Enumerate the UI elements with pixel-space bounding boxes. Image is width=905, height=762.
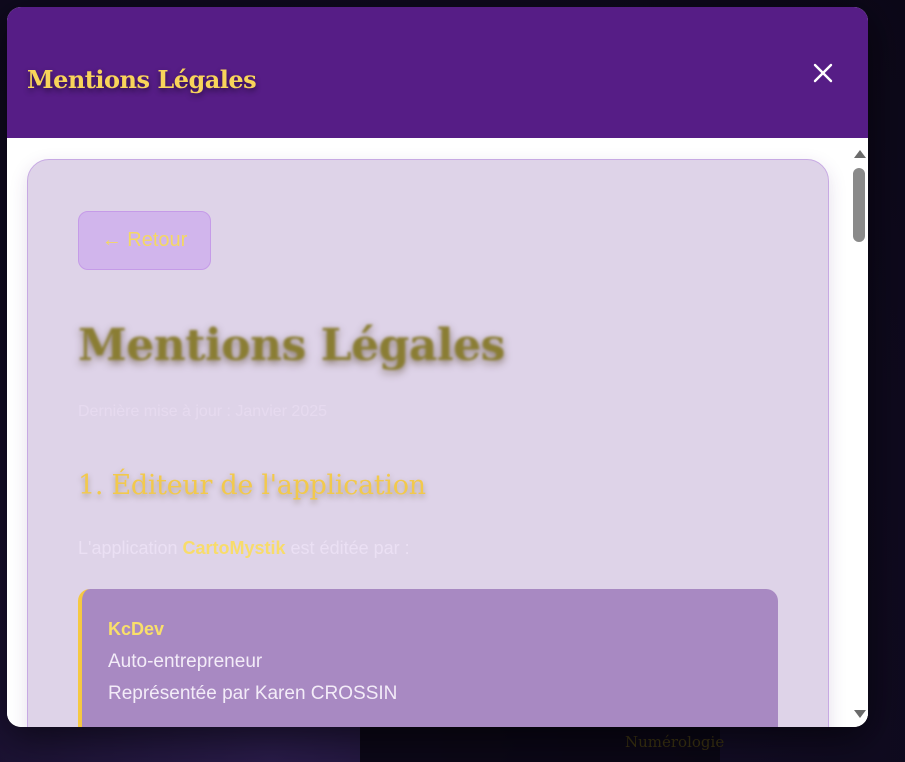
modal-body: ← Retour Mentions Légales Dernière mise … (7, 138, 868, 727)
publisher-intro: L'application CartoMystik est éditée par… (78, 538, 410, 559)
scroll-down-arrow-icon[interactable] (854, 710, 866, 718)
publisher-info-box: KcDev Auto-entrepreneur Représentée par … (78, 589, 778, 727)
intro-prefix: L'application (78, 538, 183, 558)
publisher-name: KcDev (108, 619, 165, 639)
page-title: Mentions Légales (78, 320, 505, 371)
legal-modal: Mentions Légales ← Retour Mentions Légal… (7, 7, 868, 727)
close-icon (813, 63, 833, 83)
modal-header: Mentions Légales (7, 7, 868, 138)
close-button[interactable] (807, 57, 839, 89)
scroll-thumb[interactable] (853, 168, 865, 242)
back-button[interactable]: ← Retour (78, 211, 211, 270)
backdrop-text: Numérologie (625, 733, 725, 751)
legal-card: ← Retour Mentions Légales Dernière mise … (27, 159, 829, 727)
publisher-status: Auto-entrepreneur (108, 651, 263, 672)
modal-title: Mentions Légales (27, 65, 257, 94)
intro-suffix: est éditée par : (285, 538, 410, 558)
vertical-scrollbar[interactable] (850, 138, 868, 727)
scroll-up-arrow-icon[interactable] (854, 150, 866, 158)
brand-name: CartoMystik (182, 538, 286, 558)
publisher-representative: Représentée par Karen CROSSIN (108, 683, 398, 704)
last-updated: Dernière mise à jour : Janvier 2025 (78, 403, 328, 420)
section-title-publisher: 1. Éditeur de l'application (78, 470, 426, 501)
